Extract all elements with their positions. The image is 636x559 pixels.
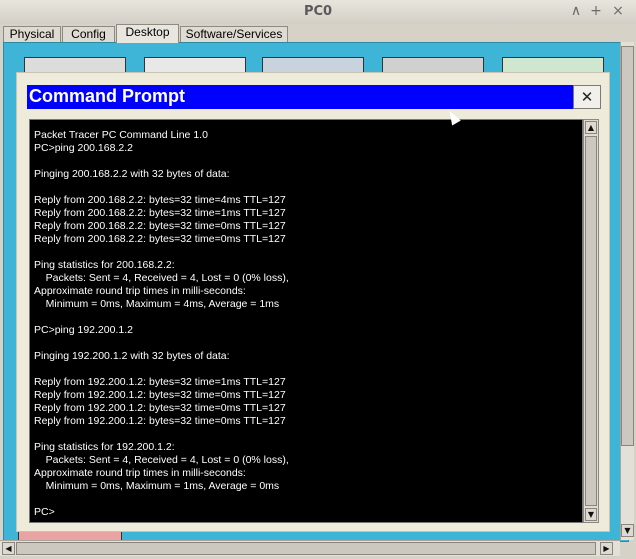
scroll-thumb[interactable] <box>16 542 596 555</box>
command-prompt-title: Command Prompt <box>29 86 186 106</box>
terminal-output[interactable]: Packet Tracer PC Command Line 1.0 PC>pin… <box>29 119 583 523</box>
terminal-line: Approximate round trip times in milli-se… <box>34 285 246 297</box>
arrow-left-icon[interactable]: ◀ <box>2 542 15 555</box>
terminal-line: Reply from 200.168.2.2: bytes=32 time=0m… <box>34 220 286 232</box>
arrow-down-icon[interactable]: ▼ <box>585 508 597 521</box>
minimize-icon[interactable]: ∧ <box>568 3 584 19</box>
arrow-right-icon[interactable]: ▶ <box>600 542 613 555</box>
arrow-down-icon[interactable]: ▼ <box>621 524 634 537</box>
terminal-line: Approximate round trip times in milli-se… <box>34 467 246 479</box>
terminal-vertical-scrollbar[interactable]: ▲ ▼ <box>583 119 599 523</box>
terminal-line: Pinging 200.168.2.2 with 32 bytes of dat… <box>34 168 230 180</box>
terminal-line: Reply from 200.168.2.2: bytes=32 time=4m… <box>34 194 286 206</box>
scroll-thumb[interactable] <box>621 46 634 446</box>
maximize-icon[interactable]: + <box>588 3 604 19</box>
terminal-line: Reply from 192.200.1.2: bytes=32 time=0m… <box>34 402 286 414</box>
window-horizontal-scrollbar[interactable]: ◀ ▶ <box>0 540 620 556</box>
window-title: PC0 <box>303 4 333 19</box>
terminal-line: Packets: Sent = 4, Received = 4, Lost = … <box>34 454 289 466</box>
close-button[interactable]: ✕ <box>573 85 601 109</box>
window-vertical-scrollbar[interactable]: ▼ <box>620 42 634 540</box>
terminal-line: PC> <box>34 506 55 518</box>
terminal-text: Packet Tracer PC Command Line 1.0 PC>pin… <box>30 120 582 519</box>
tab-physical[interactable]: Physical <box>3 26 61 42</box>
terminal-line: Pinging 192.200.1.2 with 32 bytes of dat… <box>34 350 230 362</box>
close-icon: ✕ <box>580 88 594 106</box>
tab-config[interactable]: Config <box>62 26 115 42</box>
arrow-up-icon[interactable]: ▲ <box>585 121 597 134</box>
terminal-line: Packet Tracer PC Command Line 1.0 <box>34 129 208 141</box>
terminal-line: Reply from 200.168.2.2: bytes=32 time=0m… <box>34 233 286 245</box>
terminal-line: Reply from 192.200.1.2: bytes=32 time=0m… <box>34 415 286 427</box>
window-titlebar: PC0 ∧ + × <box>0 0 636 25</box>
terminal-line: Packets: Sent = 4, Received = 4, Lost = … <box>34 272 289 284</box>
terminal-line: Ping statistics for 192.200.1.2: <box>34 441 175 453</box>
terminal-line: PC>ping 200.168.2.2 <box>34 142 133 154</box>
terminal-line: Minimum = 0ms, Maximum = 4ms, Average = … <box>34 298 280 310</box>
terminal-line: Minimum = 0ms, Maximum = 1ms, Average = … <box>34 480 280 492</box>
command-prompt-window: Command Prompt ✕ Packet Tracer PC Comman… <box>16 72 610 532</box>
terminal-line: Ping statistics for 200.168.2.2: <box>34 259 175 271</box>
terminal-line: Reply from 192.200.1.2: bytes=32 time=0m… <box>34 389 286 401</box>
command-prompt-titlebar: Command Prompt <box>27 85 599 109</box>
tab-desktop[interactable]: Desktop <box>116 24 179 43</box>
close-icon[interactable]: × <box>610 3 626 19</box>
terminal-line: PC>ping 192.200.1.2 <box>34 324 133 336</box>
terminal-line: Reply from 192.200.1.2: bytes=32 time=1m… <box>34 376 286 388</box>
scroll-thumb[interactable] <box>585 136 597 506</box>
tab-bar: Physical Config Desktop Software/Service… <box>0 24 636 43</box>
terminal-line: Reply from 200.168.2.2: bytes=32 time=1m… <box>34 207 286 219</box>
tab-software-services[interactable]: Software/Services <box>180 26 288 42</box>
